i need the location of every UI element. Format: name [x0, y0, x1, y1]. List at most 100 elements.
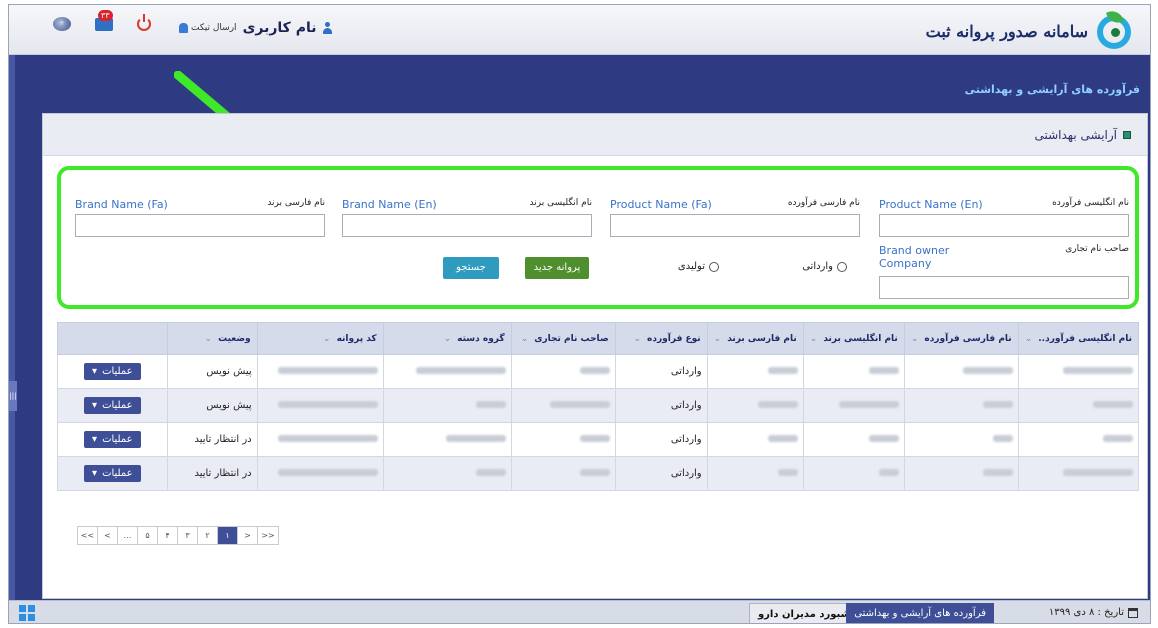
cell-status: در انتظار تایید: [166, 456, 258, 491]
send-ticket-link[interactable]: ارسال تیکت: [179, 23, 237, 33]
pager-ellipsis[interactable]: ...: [118, 527, 138, 544]
label-en: Product Name (Fa): [610, 198, 712, 211]
field-product-name-fa: Product Name (Fa) نام فارسی فرآورده: [610, 198, 860, 237]
field-brand-owner: Brand owner Company صاحب نام تجاری: [879, 244, 1129, 299]
redacted-value: [475, 469, 506, 476]
user-name[interactable]: نام کاربری: [243, 20, 317, 36]
pager-page-4[interactable]: ۴: [158, 527, 178, 544]
col-brand-name-en[interactable]: نام انگلیسی برند⌄: [802, 322, 905, 355]
user-area: نام کاربری ارسال تیکت: [179, 20, 333, 36]
label-en: Product Name (En): [879, 198, 983, 211]
windows-icon[interactable]: [19, 605, 35, 621]
sidebar-toggle[interactable]: |||: [9, 381, 17, 411]
power-icon[interactable]: [137, 14, 151, 31]
logo-icon: [1094, 8, 1136, 52]
redacted-value: [277, 367, 378, 374]
radio-production[interactable]: تولیدی: [678, 261, 719, 272]
field-brand-name-en: Brand Name (En) نام انگلیسی برند: [342, 198, 592, 237]
col-product-name-en[interactable]: نام انگلیسی فرآورد..⌄: [1017, 322, 1140, 355]
label-en: Brand Name (En): [342, 198, 437, 211]
redacted-value: [579, 469, 610, 476]
radio-production-circle[interactable]: [709, 261, 719, 272]
actions-button[interactable]: عملیات ▾: [84, 465, 141, 482]
app-window: سامانه صدور پروانه ثبت نام کاربری ارسال …: [8, 4, 1151, 624]
redacted-value: [868, 367, 899, 374]
table-row: وارداتی در انتظار تایید عملیات ▾: [57, 422, 1140, 457]
pager-next[interactable]: >: [238, 527, 258, 544]
results-table: نام انگلیسی فرآورد..⌄ نام فارسی فرآورده⌄…: [57, 322, 1140, 491]
pager-last[interactable]: >>: [258, 527, 278, 544]
chevron-down-icon: ⌄: [713, 333, 722, 344]
redacted-value: [475, 401, 506, 408]
product-name-en-input[interactable]: [879, 214, 1129, 237]
radio-import[interactable]: وارداتی: [802, 261, 847, 272]
chevron-down-icon: ⌄: [1024, 333, 1033, 344]
globe-icon[interactable]: ☼: [53, 17, 71, 31]
radio-import-circle[interactable]: [837, 261, 847, 272]
main-panel: آرایشی بهداشتی Product Name (En) نام انگ…: [42, 113, 1148, 599]
label-fa: نام فارسی فرآورده: [787, 198, 860, 208]
col-status[interactable]: وضعیت⌄: [166, 322, 258, 355]
col-product-type[interactable]: نوع فرآورده⌄: [614, 322, 708, 355]
taskbar-date: تاریخ : ۸ دی ۱۳۹۹: [1049, 607, 1138, 618]
actions-button[interactable]: عملیات ▾: [84, 397, 141, 414]
redacted-value: [1103, 435, 1133, 442]
field-product-name-en: Product Name (En) نام انگلیسی فرآورده: [879, 198, 1129, 237]
calendar-icon: [1128, 607, 1138, 618]
col-brand-name-fa[interactable]: نام فارسی برند⌄: [706, 322, 804, 355]
caret-down-icon: ▾: [92, 434, 98, 445]
caret-down-icon: ▾: [92, 400, 98, 411]
redacted-value: [415, 367, 506, 374]
label-en: Brand owner Company: [879, 244, 950, 270]
label-fa: نام انگلیسی فرآورده: [1052, 198, 1129, 208]
pager-page-2[interactable]: ۲: [198, 527, 218, 544]
search-form: Product Name (En) نام انگلیسی فرآورده Pr…: [57, 166, 1139, 309]
cell-type: وارداتی: [614, 456, 708, 491]
pager-page-1[interactable]: ۱: [218, 527, 238, 544]
pager-first[interactable]: <<: [78, 527, 98, 544]
actions-button[interactable]: عملیات ▾: [84, 363, 141, 380]
radio-import-label: وارداتی: [802, 261, 833, 272]
brand-name-fa-input[interactable]: [75, 214, 325, 237]
redacted-value: [1093, 401, 1133, 408]
new-license-button[interactable]: پروانه جدید: [525, 257, 589, 279]
col-product-name-fa[interactable]: نام فارسی فرآورده⌄: [903, 322, 1019, 355]
chevron-down-icon: ⌄: [809, 333, 818, 344]
field-brand-name-fa: Brand Name (Fa) نام فارسی برند: [75, 198, 325, 237]
redacted-value: [982, 469, 1013, 476]
send-ticket-label: ارسال تیکت: [191, 23, 237, 33]
pager-page-3[interactable]: ۳: [178, 527, 198, 544]
pagination: << < ... ۵ ۴ ۳ ۲ ۱ > >>: [77, 526, 279, 545]
panel-title-wrap: آرایشی بهداشتی: [1034, 128, 1131, 142]
pager-page-5[interactable]: ۵: [138, 527, 158, 544]
pager-prev[interactable]: <: [98, 527, 118, 544]
redacted-value: [1063, 469, 1133, 476]
caret-down-icon: ▾: [92, 468, 98, 479]
chevron-down-icon: ⌄: [443, 333, 452, 344]
panel-header: آرایشی بهداشتی: [43, 114, 1147, 156]
actions-button[interactable]: عملیات ▾: [84, 431, 141, 448]
col-brand-owner[interactable]: صاحب نام تجاری⌄: [510, 322, 616, 355]
label-en: Brand Name (Fa): [75, 198, 168, 211]
taskbar: داشبورد مدیران دارو فرآورده های آرایشی و…: [9, 600, 1150, 623]
panel-title: آرایشی بهداشتی: [1034, 128, 1117, 142]
mail-icon[interactable]: ۳۳: [95, 9, 113, 31]
redacted-value: [579, 367, 610, 374]
search-button[interactable]: جستجو: [443, 257, 499, 279]
product-name-fa-input[interactable]: [610, 214, 860, 237]
col-license-code[interactable]: کد پروانه⌄: [256, 322, 384, 355]
caret-down-icon: ▾: [92, 366, 98, 377]
redacted-value: [868, 435, 899, 442]
chevron-down-icon: ⌄: [204, 333, 213, 344]
taskbar-item-cosmetics[interactable]: فرآورده های آرایشی و بهداشتی: [846, 603, 994, 623]
brand-owner-input[interactable]: [879, 276, 1129, 299]
redacted-value: [962, 367, 1013, 374]
app-logo: سامانه صدور پروانه ثبت: [926, 8, 1136, 52]
cell-status: در انتظار تایید: [166, 422, 258, 457]
col-category[interactable]: گروه دسته⌄: [382, 322, 512, 355]
redacted-value: [767, 367, 798, 374]
label-fa: نام فارسی برند: [267, 198, 325, 208]
top-bar: سامانه صدور پروانه ثبت نام کاربری ارسال …: [9, 5, 1150, 55]
brand-name-en-input[interactable]: [342, 214, 592, 237]
redacted-value: [579, 435, 610, 442]
